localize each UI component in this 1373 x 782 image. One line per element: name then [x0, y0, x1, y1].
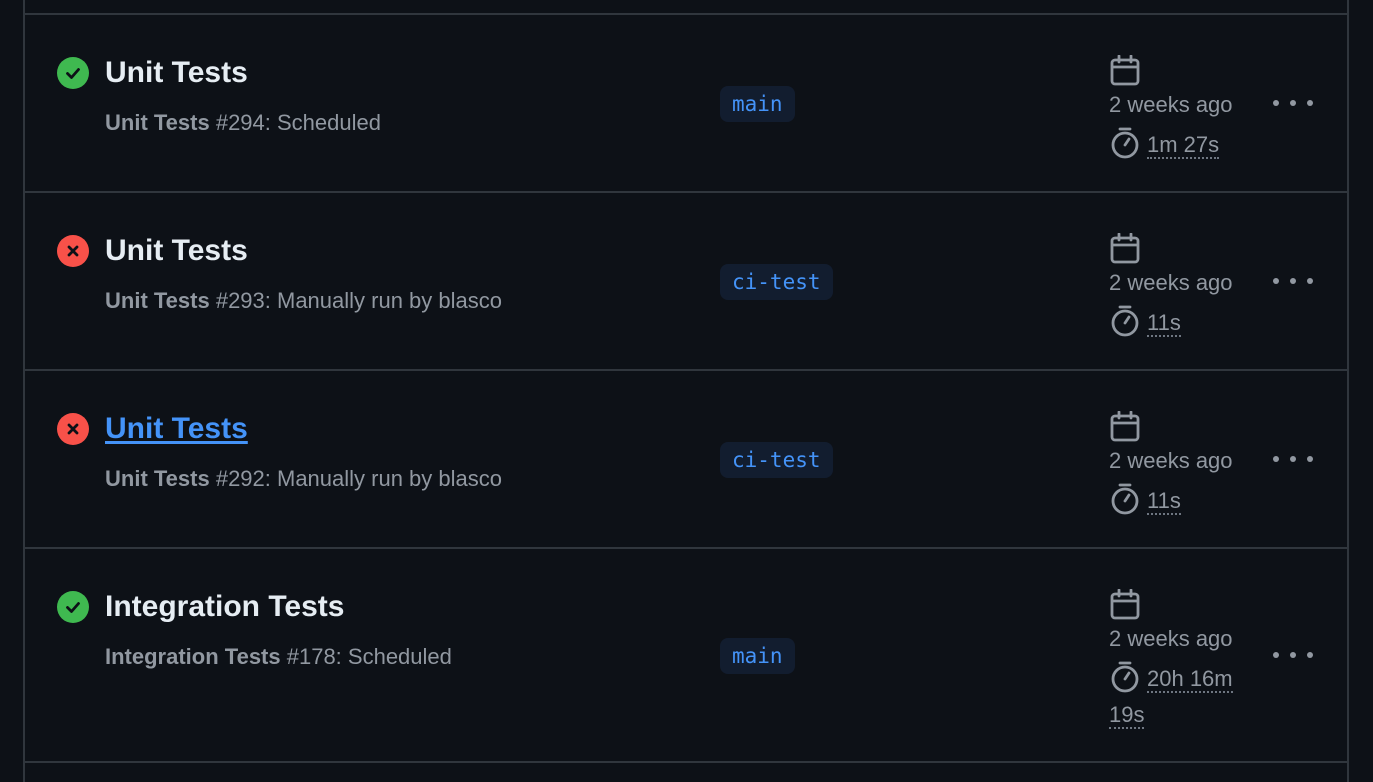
run-date: 2 weeks ago [1109, 92, 1233, 117]
run-info: #294: Scheduled [209, 110, 381, 135]
stopwatch-icon [1111, 483, 1139, 515]
check-circle-icon [57, 57, 89, 89]
run-duration: 11s [1147, 310, 1181, 337]
kebab-horizontal-icon[interactable] [1273, 645, 1313, 665]
run-subtitle: Unit Tests #293: Manually run by blasco [105, 287, 502, 315]
kebab-horizontal-icon[interactable] [1273, 449, 1313, 469]
workflow-runs-list: Unit Tests Unit Tests #294: Scheduled ma… [23, 0, 1349, 782]
run-duration-continued: 19s [1109, 702, 1145, 729]
check-circle-icon [57, 591, 89, 623]
run-title-link[interactable]: Unit Tests [105, 233, 248, 269]
run-subtitle: Unit Tests #292: Manually run by blasco [105, 465, 502, 493]
x-circle-icon [57, 413, 89, 445]
run-date: 2 weeks ago [1109, 270, 1233, 295]
run-subtitle: Unit Tests #294: Scheduled [105, 109, 381, 137]
calendar-icon [1110, 589, 1140, 620]
run-title-link[interactable]: Unit Tests [105, 55, 248, 91]
branch-badge[interactable]: ci-test [720, 442, 833, 478]
calendar-icon [1110, 411, 1140, 442]
branch-badge[interactable]: ci-test [720, 264, 833, 300]
workflow-run-row[interactable]: Unit Tests Unit Tests #292: Manually run… [25, 371, 1347, 547]
workflow-name: Integration Tests [105, 644, 281, 669]
workflow-run-row[interactable]: Unit Tests Unit Tests #293: Manually run… [25, 193, 1347, 369]
stopwatch-icon [1111, 127, 1139, 159]
workflow-name: Unit Tests [105, 288, 210, 313]
kebab-horizontal-icon[interactable] [1273, 271, 1313, 291]
run-duration: 11s [1147, 488, 1181, 515]
stopwatch-icon [1111, 305, 1139, 337]
run-duration: 1m 27s [1147, 132, 1220, 159]
run-title-link[interactable]: Integration Tests [105, 589, 344, 625]
run-title-link[interactable]: Unit Tests [105, 411, 248, 447]
branch-badge[interactable]: main [720, 86, 795, 122]
run-duration: 20h 16m [1147, 666, 1233, 693]
branch-badge[interactable]: main [720, 638, 795, 674]
run-date: 2 weeks ago [1109, 448, 1233, 473]
run-info: #178: Scheduled [280, 644, 452, 669]
run-info: #292: Manually run by blasco [209, 466, 503, 491]
stopwatch-icon [1111, 661, 1139, 693]
workflow-name: Unit Tests [105, 110, 210, 135]
row-divider [25, 761, 1347, 763]
x-circle-icon [57, 235, 89, 267]
calendar-icon [1110, 233, 1140, 264]
workflow-name: Unit Tests [105, 466, 210, 491]
workflow-run-row[interactable]: Integration Tests Integration Tests #178… [25, 549, 1347, 761]
run-subtitle: Integration Tests #178: Scheduled [105, 643, 452, 671]
run-info: #293: Manually run by blasco [209, 288, 503, 313]
kebab-horizontal-icon[interactable] [1273, 93, 1313, 113]
calendar-icon [1110, 55, 1140, 86]
run-date: 2 weeks ago [1109, 626, 1233, 651]
workflow-run-row[interactable]: Unit Tests Unit Tests #294: Scheduled ma… [25, 15, 1347, 191]
